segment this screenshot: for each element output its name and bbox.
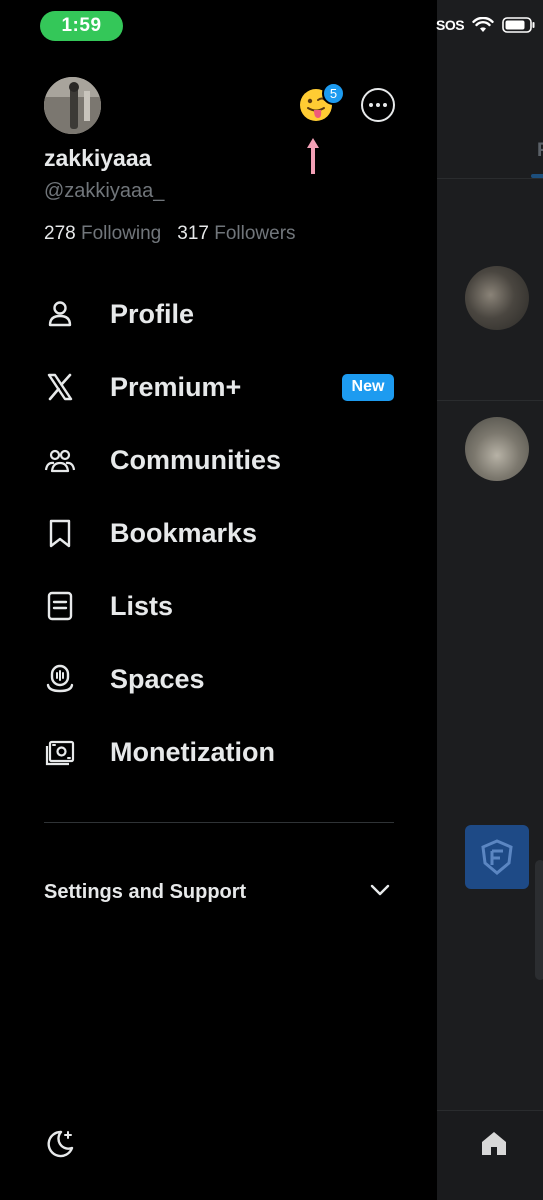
display-name[interactable]: zakkiyaaa — [44, 145, 151, 172]
background-post-divider — [437, 400, 543, 401]
nav-label: Bookmarks — [110, 517, 258, 548]
nav-label: Communities — [110, 444, 282, 475]
background-post-avatar — [465, 417, 529, 481]
background-post-avatar — [465, 266, 529, 330]
nav-label: Premium+ — [110, 371, 242, 402]
nav-item-lists[interactable]: Lists — [44, 581, 404, 631]
battery-icon — [502, 17, 535, 33]
annotation-arrow-icon — [307, 138, 319, 174]
bookmark-icon — [49, 519, 71, 548]
nav-label: Lists — [110, 590, 174, 621]
drawer-divider — [44, 822, 394, 823]
more-dot — [383, 103, 387, 107]
nav-label: Monetization — [110, 736, 275, 767]
home-icon[interactable] — [479, 1128, 509, 1158]
status-indicators: SOS — [436, 17, 536, 33]
x-logo-icon — [47, 373, 73, 401]
money-icon — [45, 740, 75, 766]
more-dot — [369, 103, 373, 107]
followers-count: 317 — [177, 223, 209, 244]
spaces-icon — [46, 664, 74, 693]
wifi-icon — [472, 17, 494, 32]
notification-badge: 5 — [322, 82, 345, 105]
nav-item-bookmarks[interactable]: Bookmarks — [44, 508, 404, 558]
new-badge: New — [342, 373, 394, 401]
background-ad-logo — [465, 825, 529, 889]
nav-item-communities[interactable]: Communities — [44, 435, 404, 485]
navigation-drawer: 1:59 SOS 5 zakkiyaaa @zakkiyaaa_ 278 Fol… — [0, 0, 535, 1200]
following-label: Following — [80, 223, 162, 244]
avatar[interactable] — [44, 77, 101, 134]
nav-item-premium[interactable]: Premium+ New — [44, 362, 404, 412]
nav-item-monetization[interactable]: Monetization — [44, 727, 404, 777]
background-scroll-edge — [535, 860, 543, 980]
status-time: 1:59 — [40, 11, 123, 41]
list-icon — [47, 591, 73, 621]
followers-link[interactable]: 317 Followers — [177, 223, 295, 245]
background-timeline: F — [437, 0, 543, 1200]
more-dot — [376, 103, 380, 107]
settings-and-support-toggle[interactable]: Settings and Support — [44, 877, 394, 907]
nav-item-spaces[interactable]: Spaces — [44, 654, 404, 704]
background-tab-label: F — [537, 140, 543, 161]
handle: @zakkiyaaa_ — [44, 180, 165, 202]
following-link[interactable]: 278 Following — [44, 223, 161, 245]
more-options-button[interactable] — [361, 88, 395, 122]
nav-label: Spaces — [110, 663, 205, 694]
chevron-down-icon — [370, 884, 390, 896]
followers-label: Followers — [214, 223, 296, 244]
following-count: 278 — [44, 223, 76, 244]
nav-label: Profile — [110, 298, 195, 329]
moon-icon[interactable] — [44, 1128, 76, 1160]
follow-stats: 278 Following 317 Followers — [44, 223, 296, 245]
sos-indicator: SOS — [436, 17, 465, 33]
person-icon — [48, 301, 72, 327]
background-tab-divider — [437, 178, 543, 179]
settings-label: Settings and Support — [44, 880, 247, 903]
communities-icon — [44, 449, 76, 473]
nav-item-profile[interactable]: Profile — [44, 289, 404, 339]
